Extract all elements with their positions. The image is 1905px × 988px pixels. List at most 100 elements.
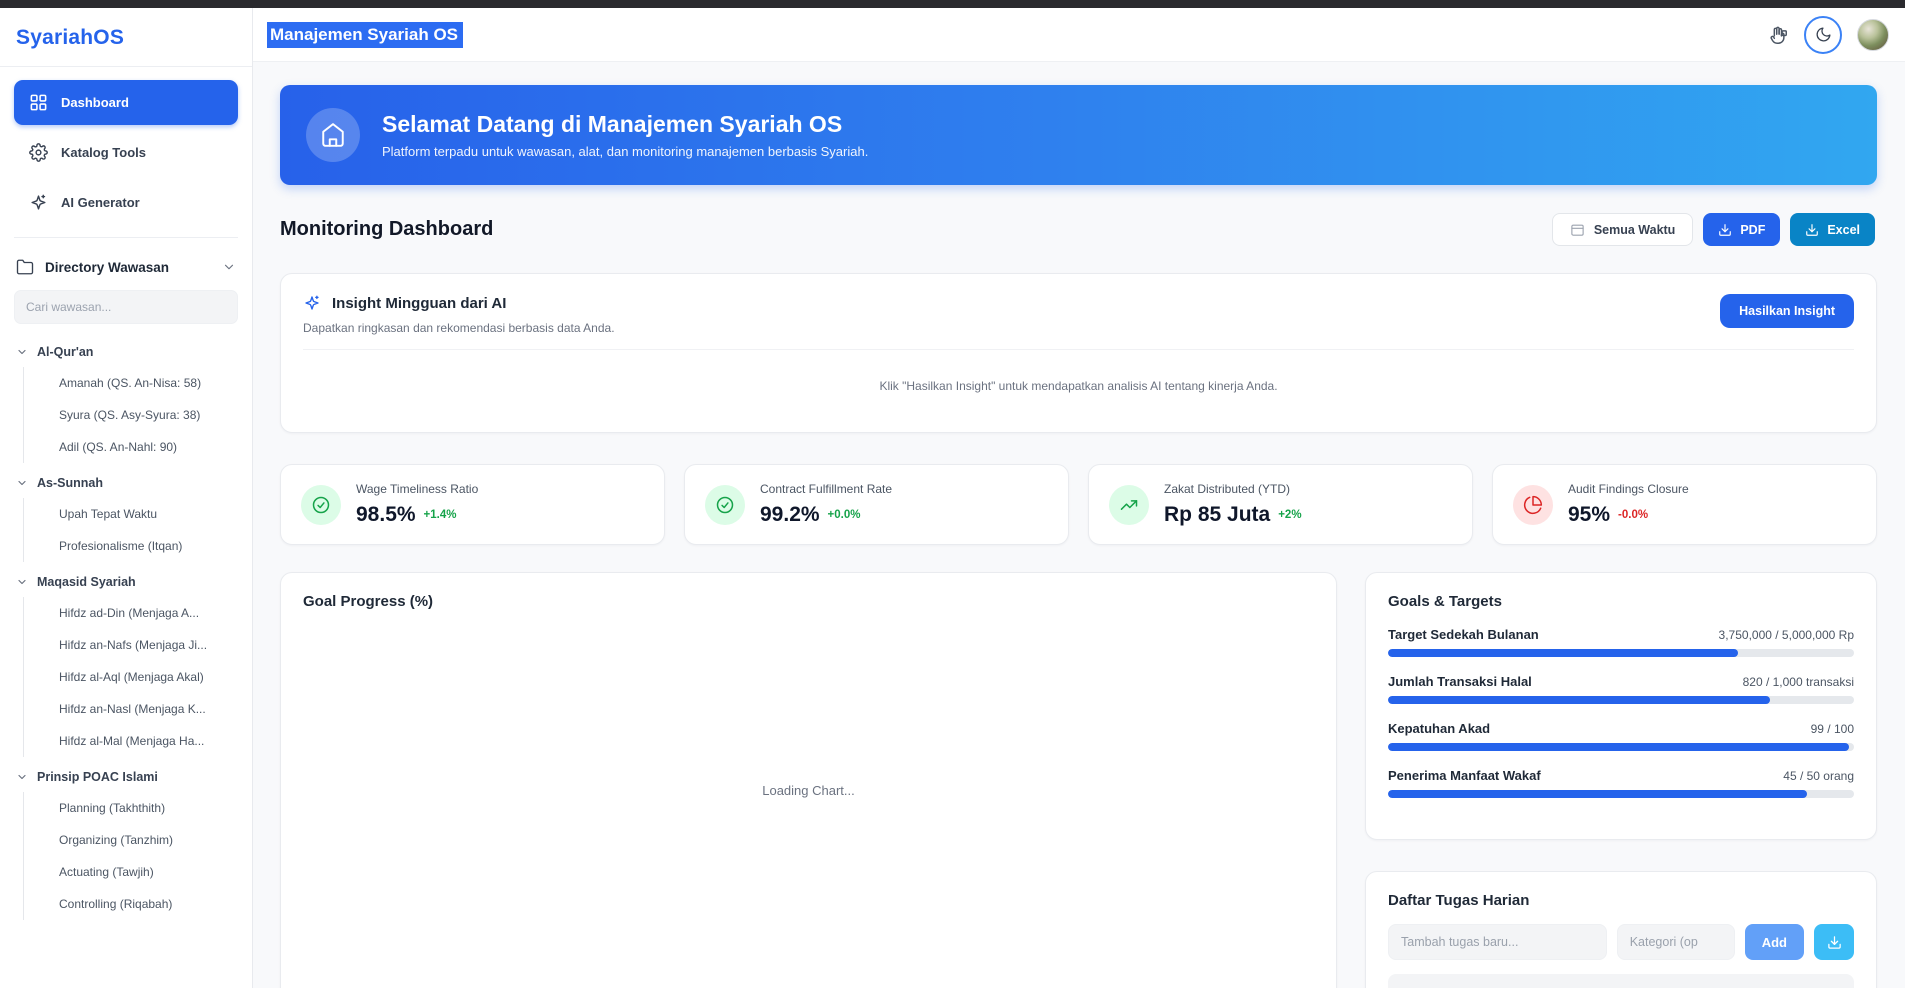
monitoring-title: Monitoring Dashboard — [280, 218, 493, 241]
gear-icon — [29, 143, 48, 162]
download-icon — [1805, 223, 1819, 237]
kpi-body: Audit Findings Closure 95% -0.0% — [1568, 482, 1689, 527]
chevron-down-icon — [16, 477, 28, 489]
tree-item[interactable]: Upah Tepat Waktu — [24, 498, 244, 530]
check-circle-icon — [301, 485, 341, 525]
hand-gesture-icon[interactable] — [1767, 24, 1789, 46]
progress-bar-fill — [1388, 743, 1849, 751]
kpi-row: Wage Timeliness Ratio 98.5% +1.4% C — [280, 464, 1877, 545]
chevron-down-icon — [16, 771, 28, 783]
kpi-value: 99.2% — [760, 503, 820, 527]
goal-value: 99 / 100 — [1811, 722, 1854, 736]
tree-item[interactable]: Hifdz al-Mal (Menjaga Ha... — [24, 725, 244, 757]
task-category-input[interactable] — [1617, 924, 1735, 960]
export-pdf-button[interactable]: PDF — [1703, 213, 1780, 246]
insight-title-row: Insight Mingguan dari AI — [303, 294, 615, 312]
home-icon — [306, 108, 360, 162]
tree-section-label: As-Sunnah — [37, 476, 103, 490]
kpi-value-row: 99.2% +0.0% — [760, 503, 892, 527]
welcome-text: Selamat Datang di Manajemen Syariah OS P… — [382, 111, 868, 159]
tree-item[interactable]: Hifdz al-Aql (Menjaga Akal) — [24, 661, 244, 693]
chart-title: Goal Progress (%) — [303, 593, 1314, 610]
new-task-input[interactable] — [1388, 924, 1607, 960]
right-column: Goals & Targets Target Sedekah Bulanan 3… — [1365, 572, 1877, 988]
tree-children: Upah Tepat Waktu Profesionalisme (Itqan) — [23, 498, 244, 562]
sparkles-icon — [303, 294, 321, 312]
tree-section-as-sunnah[interactable]: As-Sunnah — [16, 469, 244, 496]
tasks-input-row: Add — [1388, 924, 1854, 960]
dashboard-content: Selamat Datang di Manajemen Syariah OS P… — [253, 62, 1905, 988]
progress-bar-track — [1388, 649, 1854, 657]
goal-labels: Penerima Manfaat Wakaf 45 / 50 orang — [1388, 768, 1854, 783]
download-tasks-button[interactable] — [1814, 924, 1854, 960]
kpi-delta: -0.0% — [1618, 509, 1648, 521]
tree-item[interactable]: Controlling (Riqabah) — [24, 888, 244, 920]
top-header: Manajemen Syariah OS — [253, 8, 1905, 62]
tree-item[interactable]: Amanah (QS. An-Nisa: 58) — [24, 367, 244, 399]
goal-labels: Kepatuhan Akad 99 / 100 — [1388, 721, 1854, 736]
time-filter-button[interactable]: Semua Waktu — [1552, 213, 1694, 246]
tree-item[interactable]: Actuating (Tawjih) — [24, 856, 244, 888]
progress-bar-track — [1388, 696, 1854, 704]
directory-wawasan-header[interactable]: Directory Wawasan — [0, 242, 252, 284]
add-task-button[interactable]: Add — [1745, 924, 1804, 960]
header-actions — [1767, 16, 1889, 54]
tree-section-label: Prinsip POAC Islami — [37, 770, 158, 784]
export-excel-label: Excel — [1827, 223, 1860, 237]
sidebar-item-katalog-tools[interactable]: Katalog Tools — [14, 130, 238, 175]
export-excel-button[interactable]: Excel — [1790, 213, 1875, 246]
goal-value: 3,750,000 / 5,000,000 Rp — [1719, 628, 1854, 642]
goal-row-sedekah: Target Sedekah Bulanan 3,750,000 / 5,000… — [1388, 627, 1854, 657]
tree-item[interactable]: Planning (Takhthith) — [24, 792, 244, 824]
kpi-delta: +2% — [1278, 509, 1301, 521]
logo-container: SyariahOS — [0, 8, 252, 67]
daily-tasks-card: Daftar Tugas Harian Add — [1365, 871, 1877, 988]
kpi-value-row: 98.5% +1.4% — [356, 503, 478, 527]
dark-mode-toggle[interactable] — [1804, 16, 1842, 54]
sidebar-item-label: AI Generator — [61, 195, 140, 210]
app-logo: SyariahOS — [16, 26, 236, 50]
tree-item[interactable]: Organizing (Tanzhim) — [24, 824, 244, 856]
tree-children: Planning (Takhthith) Organizing (Tanzhim… — [23, 792, 244, 920]
kpi-delta: +1.4% — [424, 509, 457, 521]
progress-bar-fill — [1388, 696, 1770, 704]
kpi-body: Zakat Distributed (YTD) Rp 85 Juta +2% — [1164, 482, 1302, 527]
tree-section-maqasid-syariah[interactable]: Maqasid Syariah — [16, 568, 244, 595]
welcome-banner: Selamat Datang di Manajemen Syariah OS P… — [280, 85, 1877, 185]
chevron-down-icon — [222, 260, 236, 274]
chart-loading-area: Loading Chart... — [303, 610, 1314, 970]
tree-children: Hifdz ad-Din (Menjaga A... Hifdz an-Nafs… — [23, 597, 244, 757]
kpi-card-audit-findings: Audit Findings Closure 95% -0.0% — [1492, 464, 1877, 545]
insight-header: Insight Mingguan dari AI Dapatkan ringka… — [303, 294, 1854, 349]
sidebar: SyariahOS Dashboard Katalog Tools — [0, 8, 253, 988]
bottom-row: Goal Progress (%) Loading Chart... Goals… — [280, 572, 1877, 988]
tree-item[interactable]: Adil (QS. An-Nahl: 90) — [24, 431, 244, 463]
sidebar-item-dashboard[interactable]: Dashboard — [14, 80, 238, 125]
tree-item[interactable]: Hifdz an-Nafs (Menjaga Ji... — [24, 629, 244, 661]
tree-item[interactable]: Syura (QS. Asy-Syura: 38) — [24, 399, 244, 431]
generate-insight-button[interactable]: Hasilkan Insight — [1720, 294, 1854, 328]
search-input[interactable] — [14, 290, 238, 324]
avatar[interactable] — [1857, 19, 1889, 51]
goals-targets-card: Goals & Targets Target Sedekah Bulanan 3… — [1365, 572, 1877, 840]
tree-section-al-quran[interactable]: Al-Qur'an — [16, 338, 244, 365]
sidebar-item-ai-generator[interactable]: AI Generator — [14, 180, 238, 225]
tasks-title: Daftar Tugas Harian — [1388, 892, 1854, 909]
tree-section-prinsip-poac[interactable]: Prinsip POAC Islami — [16, 763, 244, 790]
tree-item[interactable]: Profesionalisme (Itqan) — [24, 530, 244, 562]
task-list-item[interactable] — [1388, 974, 1854, 988]
goal-value: 45 / 50 orang — [1783, 769, 1854, 783]
pie-chart-icon — [1513, 485, 1553, 525]
goal-row-wakaf: Penerima Manfaat Wakaf 45 / 50 orang — [1388, 768, 1854, 798]
insight-header-text: Insight Mingguan dari AI Dapatkan ringka… — [303, 294, 615, 349]
sparkles-icon — [29, 193, 48, 212]
progress-bar-track — [1388, 743, 1854, 751]
trending-up-icon — [1109, 485, 1149, 525]
tree-item[interactable]: Hifdz ad-Din (Menjaga A... — [24, 597, 244, 629]
goal-row-transaksi: Jumlah Transaksi Halal 820 / 1,000 trans… — [1388, 674, 1854, 704]
grid-icon — [29, 93, 48, 112]
goal-label: Kepatuhan Akad — [1388, 721, 1490, 736]
main-area: Manajemen Syariah OS — [253, 8, 1905, 988]
tree-item[interactable]: Hifdz an-Nasl (Menjaga K... — [24, 693, 244, 725]
progress-bar-track — [1388, 790, 1854, 798]
